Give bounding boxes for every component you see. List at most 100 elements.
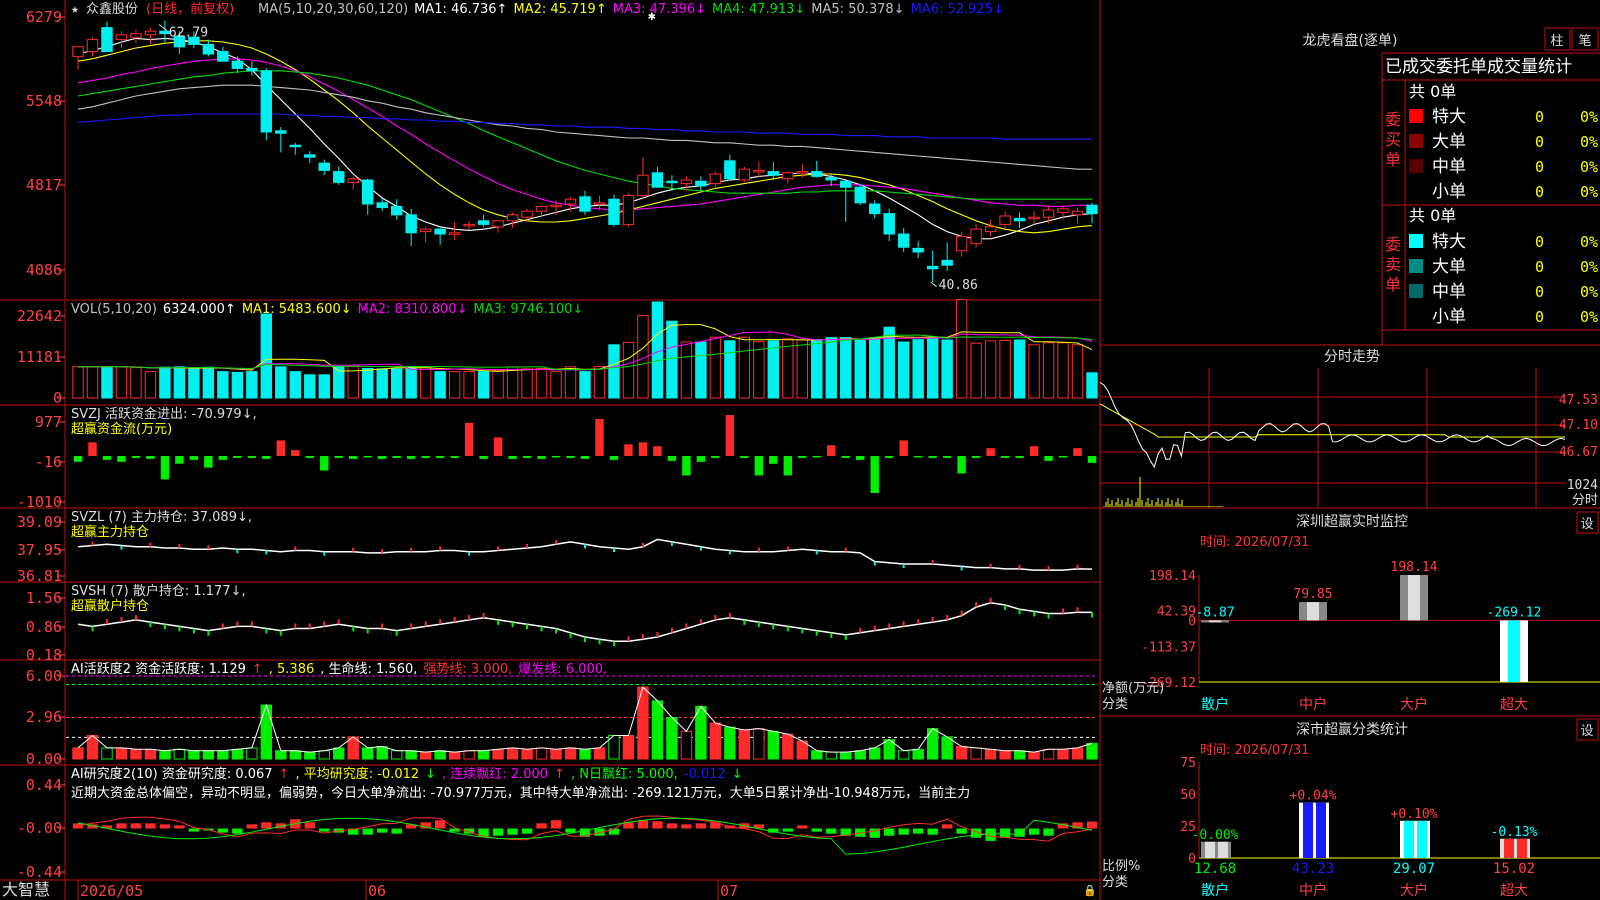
candle-body — [680, 179, 693, 185]
monitor-settings-button[interactable]: 设 — [1580, 517, 1593, 532]
monitor-category: 大户 — [1400, 696, 1428, 713]
y-tick-label: -0.00 — [17, 819, 62, 837]
ai-active-bar — [999, 750, 1011, 760]
svzj-bar — [1087, 455, 1097, 463]
stock-name[interactable]: 众鑫股份 — [86, 1, 138, 17]
candle-body — [130, 33, 142, 38]
svzj-bar — [986, 448, 995, 456]
svzj-bar — [754, 455, 764, 476]
legend-item: AI研究度2(10) 资金研究度: 0.067 — [71, 766, 273, 782]
ai-research-bar — [232, 828, 243, 834]
volume-bar — [897, 341, 910, 399]
volume-bar — [376, 368, 388, 399]
x-tick-label: 2026/05 — [80, 882, 143, 900]
ai-active-legend: AI活跃度2 资金活跃度: 1.129 ↑ , 5.386 , 生命线: 1.560,… — [71, 661, 607, 677]
deal-pct: 0% — [1580, 258, 1598, 276]
legend-item: ↓ — [425, 767, 436, 782]
candle-body — [883, 213, 895, 235]
ai-active-bar — [115, 747, 128, 760]
buy-side-label: 委 买 单 — [1385, 110, 1401, 169]
svzj-bar — [609, 455, 619, 460]
svzj-bar — [262, 455, 271, 459]
volume-bar — [463, 371, 475, 399]
deal-count: 0 — [1535, 308, 1544, 326]
ai-research-bar — [927, 828, 938, 835]
svg-text:卖: 卖 — [1385, 255, 1401, 274]
volume-bar — [115, 366, 128, 399]
svzl-legend: SVZL (7) 主力持仓: 37.089↓, — [71, 510, 252, 525]
svzj-bar — [479, 455, 488, 459]
tick-mode-button[interactable]: 笔 — [1578, 33, 1591, 49]
column-mode-button[interactable]: 柱 — [1550, 34, 1563, 49]
y-tick-label: 0.18 — [26, 646, 62, 664]
volume-bar — [361, 367, 374, 399]
ai-active-bar — [535, 747, 548, 760]
svg-text:委: 委 — [1385, 110, 1401, 129]
candle-body — [463, 223, 475, 227]
classify-category: 大户 — [1400, 882, 1428, 899]
svzj-bar — [406, 455, 416, 459]
candle-body — [217, 51, 229, 62]
candle-body — [115, 34, 128, 41]
svsh-legend: SVSH (7) 散户持仓: 1.177↓, — [71, 583, 246, 599]
monitor-time: 时间: 2026/07/31 — [1200, 535, 1309, 550]
classify-delta-label: +0.04% — [1290, 789, 1337, 804]
svzj-bar — [1029, 446, 1039, 456]
ai-active-bar — [521, 748, 533, 760]
svzj-bar — [247, 455, 257, 458]
ai-active-bar — [897, 750, 910, 760]
lock-icon[interactable]: 🔒 — [1083, 884, 1097, 897]
candle-body — [897, 233, 910, 248]
volume-bar — [767, 340, 780, 399]
svzj-bar — [957, 455, 966, 474]
candle-body — [1042, 209, 1055, 218]
candle-body — [361, 179, 374, 205]
volume-bar — [130, 367, 142, 399]
monitor-value-label: 198.14 — [1391, 560, 1438, 575]
svzj-bar — [942, 455, 952, 458]
classify-delta-label: -0.13% — [1491, 825, 1538, 840]
monitor-y-tick: -113.37 — [1141, 640, 1196, 655]
volume-bar — [304, 374, 316, 399]
monitor-bar-highlight — [1408, 575, 1420, 621]
legend-item: MA1: 46.736↑ — [414, 2, 507, 17]
deal-label: 中单 — [1432, 157, 1466, 177]
ai-research-bar — [536, 823, 547, 829]
monitor-bar-散户 — [1201, 620, 1229, 623]
svzj-bar — [551, 455, 561, 458]
legend-item: MA3: 47.396↓ — [613, 2, 706, 17]
classify-bar-stripe — [1205, 841, 1215, 858]
volume-bar — [275, 366, 287, 399]
svzl-sublegend: 超赢主力持仓 — [71, 524, 149, 540]
monitor-category: 中户 — [1299, 696, 1327, 713]
classify-settings-button[interactable]: 设 — [1580, 724, 1593, 739]
minute-y-tick: 47.53 — [1559, 393, 1598, 408]
svzj-bar — [856, 455, 865, 460]
candle-body — [825, 177, 837, 181]
deal-label: 大单 — [1432, 257, 1466, 277]
candle-body — [405, 214, 417, 234]
svzj-bar — [740, 455, 749, 458]
svzj-bar — [1073, 448, 1082, 456]
ai-active-bar — [767, 730, 780, 760]
ai-research-bar — [826, 828, 837, 834]
ai-research-bar — [898, 828, 909, 835]
candle-body — [448, 232, 461, 235]
candle-body — [955, 235, 968, 252]
candle-body — [608, 198, 620, 225]
svzj-bar — [493, 437, 503, 456]
volume-bar — [1057, 342, 1069, 399]
ai-active-bar — [825, 751, 837, 760]
svzj-bar — [435, 455, 445, 458]
volume-bar — [854, 339, 866, 399]
ai-research-bar — [391, 828, 402, 834]
ai-research-bar — [159, 824, 171, 829]
ai-research-bar — [883, 828, 895, 836]
svg-text:单: 单 — [1385, 150, 1401, 169]
deal-header: 已成交委托单成交量统计 — [1385, 57, 1572, 77]
volume-bar — [405, 365, 417, 399]
adjust-label[interactable]: (日线，前复权) — [146, 1, 234, 17]
deal-pct: 0% — [1580, 308, 1598, 326]
candle-body — [724, 160, 736, 180]
legend-item: MA5: 50.378↓ — [811, 2, 904, 17]
